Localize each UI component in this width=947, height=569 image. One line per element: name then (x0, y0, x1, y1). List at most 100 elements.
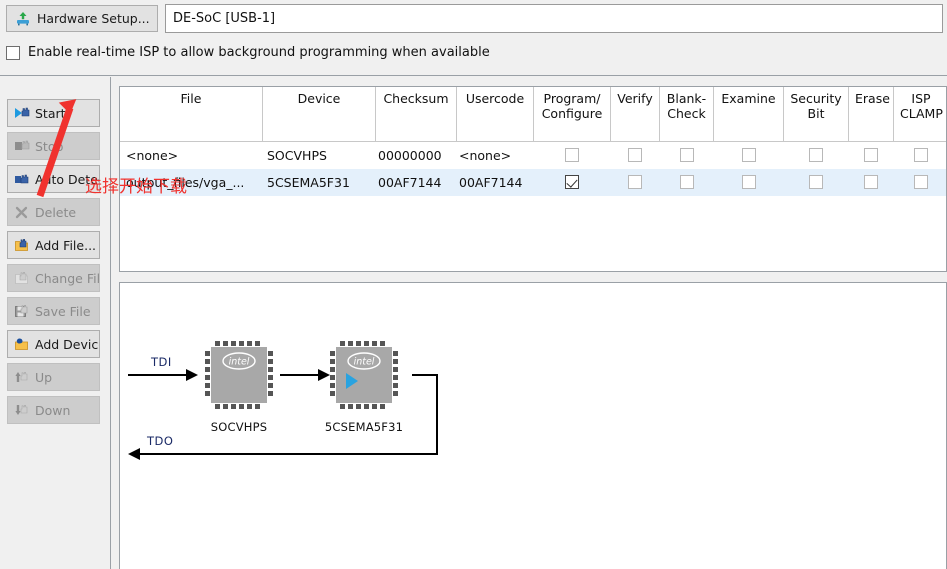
sidebar-divider (110, 77, 111, 569)
column-header-isp-clamp-line2: CLAMP (900, 106, 943, 121)
column-header-program-configure-line2: Configure (541, 106, 603, 121)
column-header-security-bit-line2: Bit (807, 106, 825, 121)
add-device-button-label: Add Device (35, 336, 99, 352)
cell-erase-checkbox[interactable] (864, 148, 878, 162)
cell-file: <none> (126, 148, 179, 163)
cell-program-configure-checkbox[interactable] (565, 148, 579, 162)
change-file-button-label: Change File (35, 270, 99, 286)
column-header-file[interactable]: File (120, 87, 263, 142)
start-button-label: Start (35, 105, 66, 121)
chip-socvhps[interactable]: intel (203, 339, 275, 411)
cell-erase-checkbox[interactable] (864, 175, 878, 189)
stop-button[interactable]: Stop (7, 132, 100, 160)
column-header-isp-clamp-line1: ISP (911, 91, 931, 106)
realtime-isp-label: Enable real-time ISP to allow background… (28, 45, 490, 60)
hardware-setup-label: Hardware Setup... (37, 11, 150, 26)
column-header-device[interactable]: Device (263, 87, 376, 142)
delete-button-label: Delete (35, 204, 77, 220)
hardware-setup-icon (15, 11, 31, 26)
svg-text:intel: intel (354, 357, 375, 368)
change-file-button[interactable]: Change File (7, 264, 100, 292)
hardware-setup-button[interactable]: Hardware Setup... (6, 5, 158, 32)
realtime-isp-option[interactable]: Enable real-time ISP to allow background… (6, 45, 490, 60)
svg-text:intel: intel (229, 357, 250, 368)
column-header-checksum[interactable]: Checksum (376, 87, 457, 142)
chip-5csema5f31-label: 5CSEMA5F31 (324, 420, 404, 434)
column-header-security-bit-line1: Security (790, 91, 842, 106)
cell-verify-checkbox[interactable] (628, 175, 642, 189)
column-header-blank-check-line2: Check (667, 106, 706, 121)
cell-security-bit-checkbox[interactable] (809, 175, 823, 189)
cell-verify-checkbox[interactable] (628, 148, 642, 162)
move-down-button-label: Down (35, 402, 71, 418)
column-header-verify-line1: Verify (617, 91, 653, 106)
device-chain-table: File Device Checksum Usercode Program/ C… (119, 86, 947, 272)
column-header-erase[interactable]: Erase (849, 87, 894, 142)
top-toolbar: Hardware Setup... DE-SoC [USB-1] (0, 0, 947, 40)
floppy-save-icon (15, 304, 30, 318)
cell-examine-checkbox[interactable] (742, 148, 756, 162)
auto-detect-icon (15, 173, 30, 186)
arrow-down-icon (15, 404, 30, 417)
column-header-examine-line1: Examine (721, 91, 776, 106)
play-icon (15, 107, 30, 120)
arrow-up-icon (15, 371, 30, 384)
chip-5csema5f31[interactable]: intel (328, 339, 400, 411)
cell-checksum: 00AF7144 (378, 175, 442, 190)
stop-button-label: Stop (35, 138, 64, 154)
cell-program-configure-checkbox[interactable] (565, 175, 579, 189)
cell-security-bit-checkbox[interactable] (809, 148, 823, 162)
column-header-security-bit[interactable]: Security Bit (784, 87, 849, 142)
add-file-button[interactable]: Add File... (7, 231, 100, 259)
add-device-button[interactable]: Add Device (7, 330, 100, 358)
cell-blank-check-checkbox[interactable] (680, 148, 694, 162)
column-header-device-line1: Device (297, 91, 341, 106)
column-header-isp-clamp[interactable]: ISP CLAMP (894, 87, 946, 142)
column-header-file-line1: File (180, 91, 202, 106)
action-sidebar: Start Stop Auto Detect (0, 77, 110, 569)
folder-add-icon (15, 238, 30, 252)
move-down-button[interactable]: Down (7, 396, 100, 424)
save-file-button-label: Save File (35, 303, 91, 319)
annotation-text: 选择开始下载 (85, 177, 187, 197)
column-header-program-configure[interactable]: Program/ Configure (534, 87, 611, 142)
cell-isp-clamp-checkbox[interactable] (914, 175, 928, 189)
start-button[interactable]: Start (7, 99, 100, 127)
save-file-button[interactable]: Save File (7, 297, 100, 325)
column-header-verify[interactable]: Verify (611, 87, 660, 142)
table-row[interactable]: output_files/vga_... 5CSEMA5F31 00AF7144… (120, 169, 946, 196)
folder-change-icon (15, 271, 30, 285)
column-header-blank-check-line1: Blank- (666, 91, 707, 106)
realtime-isp-checkbox[interactable] (6, 45, 20, 60)
cell-device: 5CSEMA5F31 (267, 175, 350, 190)
cell-isp-clamp-checkbox[interactable] (914, 148, 928, 162)
delete-button[interactable]: Delete (7, 198, 100, 226)
move-up-button-label: Up (35, 369, 53, 385)
column-header-usercode[interactable]: Usercode (457, 87, 534, 142)
cell-usercode: 00AF7144 (459, 175, 523, 190)
chip-add-icon (15, 338, 30, 351)
cell-blank-check-checkbox[interactable] (680, 175, 694, 189)
hardware-cable-value: DE-SoC [USB-1] (173, 11, 276, 26)
move-up-button[interactable]: Up (7, 363, 100, 391)
table-header-row: File Device Checksum Usercode Program/ C… (120, 87, 946, 142)
toolbar-separator (0, 75, 947, 76)
cell-device: SOCVHPS (267, 148, 327, 163)
chip-socvhps-label: SOCVHPS (210, 420, 268, 434)
stop-icon (15, 140, 30, 153)
column-header-blank-check[interactable]: Blank- Check (660, 87, 714, 142)
programmer-window: Hardware Setup... DE-SoC [USB-1] Enable … (0, 0, 947, 569)
cell-checksum: 00000000 (378, 148, 442, 163)
column-header-examine[interactable]: Examine (714, 87, 784, 142)
column-header-checksum-line1: Checksum (383, 91, 449, 106)
hardware-cable-field[interactable]: DE-SoC [USB-1] (165, 4, 943, 33)
column-header-usercode-line1: Usercode (465, 91, 525, 106)
cell-usercode: <none> (459, 148, 512, 163)
table-row[interactable]: <none> SOCVHPS 00000000 <none> (120, 142, 946, 169)
add-file-button-label: Add File... (35, 237, 97, 253)
column-header-program-configure-line1: Program/ (543, 91, 601, 106)
cell-examine-checkbox[interactable] (742, 175, 756, 189)
delete-x-icon (15, 206, 30, 219)
jtag-chain-diagram: TDI TDO intel SOCVHPS intel 5CSEMA5F31 (119, 282, 947, 569)
tdi-label: TDI (151, 355, 172, 369)
